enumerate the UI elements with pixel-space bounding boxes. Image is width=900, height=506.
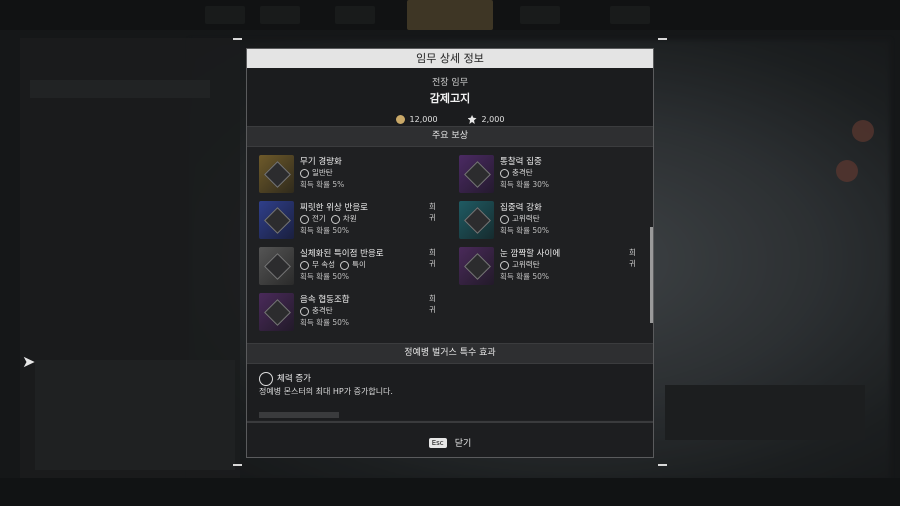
module-icon xyxy=(264,207,291,234)
reward-item[interactable]: 집중력 강화 고위력탄획득 확률 50% xyxy=(447,201,642,243)
reward-name: 찌릿한 위상 반응로 xyxy=(300,203,368,213)
reward-tag: 충격탄 xyxy=(312,306,333,315)
reward-item-icon xyxy=(259,247,294,285)
reward-probability: 획득 확률 50% xyxy=(300,226,350,235)
xp-icon xyxy=(467,115,477,124)
reward-tag: 차원 xyxy=(342,214,357,223)
effect-next-partial xyxy=(259,412,339,418)
modal-title: 임무 상세 정보 xyxy=(247,49,653,68)
reward-tags: 일반탄 xyxy=(300,167,338,178)
mission-detail-modal: 임무 상세 정보 전장 임무 감제고지 12,000 2,000 주요 보상 무… xyxy=(246,48,654,458)
shield-icon xyxy=(259,372,273,386)
reward-tag: 전기 xyxy=(312,214,326,223)
reward-item-icon xyxy=(459,247,494,285)
close-button[interactable]: Esc 닫기 xyxy=(247,421,653,457)
frame-corner xyxy=(233,464,242,470)
reward-item-icon xyxy=(259,293,294,331)
reward-probability: 획득 확률 30% xyxy=(500,180,550,189)
reward-item-icon xyxy=(459,155,494,193)
tag-icon xyxy=(300,260,309,270)
mouse-cursor-icon: ➤ xyxy=(22,352,36,371)
reward-item[interactable]: 무기 경량화 일반탄획득 확률 5% xyxy=(247,155,442,197)
reward-tag: 충격탄 xyxy=(512,168,533,177)
esc-key: Esc xyxy=(428,437,447,448)
reward-name: 실체화된 특이점 반응로 xyxy=(300,249,384,259)
reward-tag: 특이 xyxy=(352,260,366,269)
module-icon xyxy=(264,299,291,326)
reward-item-icon xyxy=(459,201,494,239)
base-rewards: 12,000 2,000 xyxy=(247,115,653,124)
reward-probability: 획득 확률 50% xyxy=(300,318,350,327)
mission-name: 감제고지 xyxy=(429,92,471,105)
tag-icon xyxy=(330,214,340,224)
reward-list[interactable]: 무기 경량화 일반탄 획득 확률 5% 통찰력 집중 충격탄 획득 확률 30% 찌릿한 위… xyxy=(247,147,653,343)
frame-corner xyxy=(658,38,667,44)
reward-probability: 획득 확률 50% xyxy=(500,272,550,281)
frame-corner xyxy=(658,464,667,470)
reward-tag: 고위력탄 xyxy=(512,214,540,223)
reward-name: 집중력 강화 xyxy=(500,203,542,213)
reward-tags: 고위력탄 xyxy=(500,259,545,270)
gold-reward: 12,000 xyxy=(395,115,438,124)
tag-icon xyxy=(300,168,309,178)
reward-item[interactable]: 통찰력 집중 충격탄획득 확률 30% xyxy=(447,155,642,197)
special-effect: 체력 증가 정예병 몬스터의 최대 HP가 증가합니다. xyxy=(247,364,653,420)
close-label: 닫기 xyxy=(454,439,472,449)
effect-title: 체력 증가 xyxy=(277,374,311,384)
tag-icon xyxy=(300,214,309,224)
tag-icon xyxy=(500,260,509,270)
reward-tags: 전기 차원 xyxy=(300,213,362,224)
reward-name: 음속 협동조합 xyxy=(300,295,350,305)
rewards-header: 주요 보상 xyxy=(247,126,653,147)
module-icon xyxy=(464,161,491,188)
reward-tag: 고위력탄 xyxy=(512,260,540,269)
module-icon xyxy=(464,253,491,280)
reward-tag: 무 속성 xyxy=(312,260,336,269)
frame-corner xyxy=(233,38,242,44)
module-icon xyxy=(464,207,491,234)
rarity-label: 희귀 xyxy=(429,202,436,222)
reward-probability: 획득 확률 50% xyxy=(300,272,350,281)
tag-icon xyxy=(300,306,309,316)
reward-item[interactable]: 실체화된 특이점 반응로 무 속성 특이 획득 확률 50% 희귀 xyxy=(247,247,442,289)
scrollbar[interactable] xyxy=(650,227,653,323)
reward-tags: 무 속성 특이 xyxy=(300,259,371,270)
reward-tags: 충격탄 xyxy=(300,305,338,316)
reward-item-icon xyxy=(259,155,294,193)
rarity-label: 희귀 xyxy=(429,294,436,314)
reward-tags: 충격탄 xyxy=(500,167,538,178)
rarity-label: 희귀 xyxy=(429,248,436,268)
reward-item[interactable]: 찌릿한 위상 반응로 전기 차원획득 확률 50% 희귀 xyxy=(247,201,442,243)
reward-item[interactable]: 음속 협동조합 충격탄획득 확률 50% 희귀 xyxy=(247,293,442,335)
effects-header: 정예병 벌거스 특수 효과 xyxy=(247,343,653,364)
tag-icon xyxy=(500,168,509,178)
module-icon xyxy=(264,253,291,280)
tag-icon xyxy=(340,260,350,270)
module-icon xyxy=(264,161,291,188)
reward-name: 통찰력 집중 xyxy=(500,157,542,167)
xp-reward: 2,000 xyxy=(467,115,504,124)
gold-coin-icon xyxy=(395,115,405,124)
rarity-label: 희귀 xyxy=(629,248,636,268)
reward-item[interactable]: 눈 깜짝할 사이에 고위력탄획득 확률 50% 희귀 xyxy=(447,247,642,289)
reward-probability: 획득 확률 5% xyxy=(300,180,345,189)
reward-name: 무기 경량화 xyxy=(300,157,342,167)
mission-header: 전장 임무 감제고지 12,000 2,000 xyxy=(247,68,653,126)
reward-name: 눈 깜짝할 사이에 xyxy=(500,249,561,259)
reward-item-icon xyxy=(259,201,294,239)
effect-description: 정예병 몬스터의 최대 HP가 증가합니다. xyxy=(259,387,393,396)
reward-tags: 고위력탄 xyxy=(500,213,545,224)
mission-type: 전장 임무 xyxy=(432,78,468,88)
reward-tag: 일반탄 xyxy=(312,168,333,177)
tag-icon xyxy=(500,214,509,224)
reward-probability: 획득 확률 50% xyxy=(500,226,550,235)
